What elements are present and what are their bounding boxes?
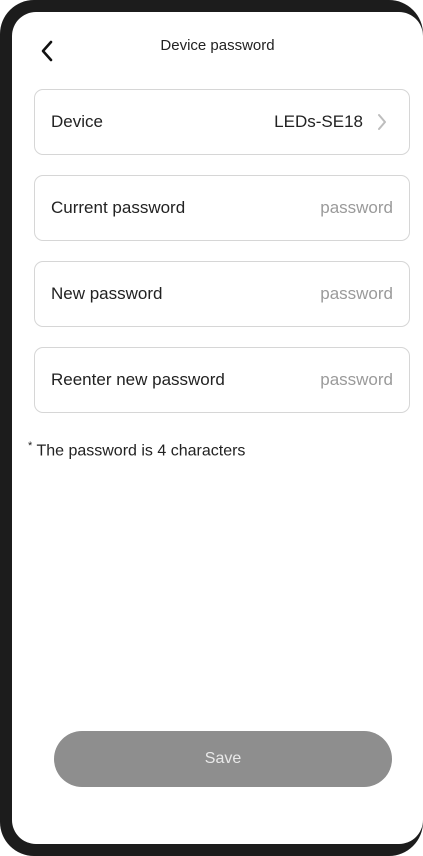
new-password-label: New password (51, 284, 163, 303)
reenter-password-row: Reenter new password (34, 347, 410, 413)
top-bar: Device password (12, 12, 423, 82)
hint-text: The password is 4 characters (32, 442, 246, 460)
device-frame: Device password Device LEDs-SE18 Current… (0, 0, 423, 856)
save-button[interactable]: Save (54, 731, 392, 787)
current-password-input[interactable] (273, 198, 393, 218)
new-password-input[interactable] (273, 284, 393, 304)
chevron-right-icon (377, 113, 387, 131)
new-password-row: New password (34, 261, 410, 327)
reenter-password-label: Reenter new password (51, 370, 225, 389)
current-password-row: Current password (34, 175, 410, 241)
device-selector[interactable]: Device LEDs-SE18 (34, 89, 410, 155)
current-password-label: Current password (51, 198, 186, 217)
device-value: LEDs-SE18 (274, 112, 363, 131)
device-label: Device (51, 112, 103, 131)
app-screen: Device password Device LEDs-SE18 Current… (12, 12, 423, 844)
page-title: Device password (160, 37, 275, 54)
password-hint: * The password is 4 characters (28, 440, 245, 460)
reenter-password-input[interactable] (273, 370, 393, 390)
